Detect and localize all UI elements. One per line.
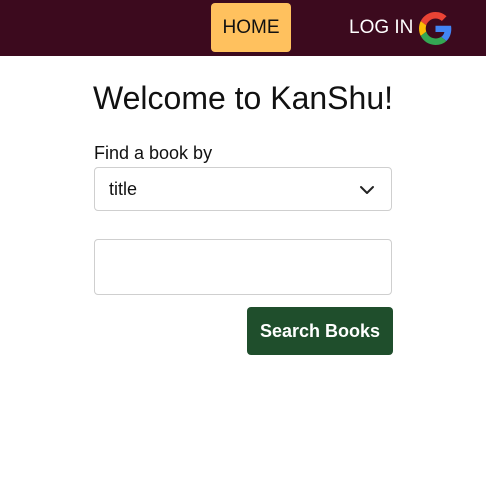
login-button[interactable]: LOG IN — [349, 11, 452, 45]
search-by-select[interactable]: title — [94, 167, 392, 211]
login-label: LOG IN — [349, 17, 414, 38]
google-g-icon — [419, 11, 452, 45]
navbar: HOME LOG IN — [0, 0, 486, 56]
home-button[interactable]: HOME — [211, 3, 291, 52]
search-query-input[interactable] — [94, 239, 392, 295]
search-by-selected-value: title — [109, 178, 138, 199]
page-title: Welcome to KanShu! — [92, 80, 393, 116]
search-books-button[interactable]: Search Books — [247, 307, 393, 355]
chevron-down-icon — [360, 186, 374, 194]
find-by-label: Find a book by — [94, 143, 213, 163]
home-button-label: HOME — [222, 16, 280, 38]
search-books-label: Search Books — [259, 320, 381, 341]
